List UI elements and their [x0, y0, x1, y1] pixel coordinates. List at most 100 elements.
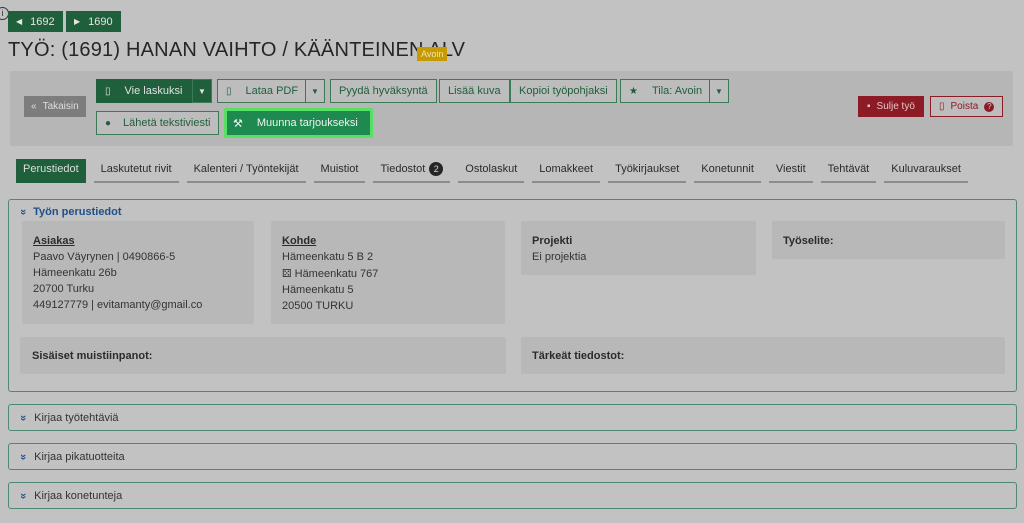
status-button-label: Tila: Avoin — [651, 85, 703, 97]
tab-viestit[interactable]: Viestit — [768, 159, 813, 183]
internal-notes-card: Sisäiset muistiinpanot: — [20, 337, 506, 374]
tab-bar: Perustiedot Laskutetut rivit Kalenteri /… — [16, 159, 976, 183]
tab-label: Tehtävät — [827, 163, 870, 175]
internal-notes-heading: Sisäiset muistiinpanot: — [32, 350, 153, 362]
tab-label: Viestit — [775, 163, 806, 175]
collapsible-section[interactable]: » Kirjaa konetunteja — [8, 482, 1017, 509]
send-sms-button[interactable]: ● Lähetä tekstiviesti — [96, 111, 220, 135]
tab-label: Kalenteri / Työntekijät — [193, 163, 299, 175]
page-title: TYÖ: (1691) HANAN VAIHTO / KÄÄNTEINEN AL… — [8, 39, 466, 61]
project-card: Projekti Ei projektia — [521, 221, 756, 275]
customer-line: Hämeenkatu 26b — [33, 267, 117, 279]
double-chevron-down-icon: » — [17, 414, 30, 421]
request-approval-label: Pyydä hyväksyntä — [339, 85, 428, 97]
next-job-label: 1690 — [88, 15, 113, 28]
target-line: 20500 TURKU — [282, 300, 354, 312]
tab-perustiedot[interactable]: Perustiedot — [16, 159, 86, 183]
caret-right-icon: ▶ — [74, 17, 81, 26]
send-sms-label: Lähetä tekstiviesti — [123, 117, 211, 129]
tab-label: Ostolaskut — [465, 163, 518, 175]
document-icon: ▯ — [105, 85, 111, 97]
collapsible-section[interactable]: » Kirjaa pikatuotteita — [8, 443, 1017, 470]
delete-button[interactable]: ▯ Poista ? — [930, 96, 1004, 117]
tab-lomakkeet[interactable]: Lomakkeet — [532, 159, 601, 183]
tab-label: Lomakkeet — [539, 163, 594, 175]
tab-kuluvaraukset[interactable]: Kuluvaraukset — [884, 159, 968, 183]
export-invoice-button[interactable]: ▯ Vie laskuksi — [96, 79, 193, 103]
customer-line: Paavo Väyrynen | 0490866-5 — [33, 251, 176, 263]
customer-line: 20700 Turku — [33, 283, 95, 295]
collapsible-section[interactable]: » Kirjaa työtehtäviä — [8, 404, 1017, 431]
project-heading: Projekti — [532, 235, 573, 247]
pdf-file-icon: ▯ — [226, 85, 232, 97]
caret-down-icon: ▼ — [311, 86, 319, 96]
tab-laskutetut-rivit[interactable]: Laskutetut rivit — [93, 159, 179, 183]
add-image-button[interactable]: Lisää kuva — [439, 79, 510, 103]
add-image-label: Lisää kuva — [448, 85, 501, 97]
target-heading[interactable]: Kohde — [282, 235, 494, 247]
basic-info-header[interactable]: » Työn perustiedot — [17, 206, 122, 218]
tab-label: Muistiot — [320, 163, 359, 175]
tab-tiedostot[interactable]: Tiedostot 2 — [373, 159, 451, 183]
important-files-heading: Tärkeät tiedostot: — [532, 350, 625, 362]
star-icon: ★ — [629, 85, 638, 97]
cubes-icon: ⚄ — [282, 268, 295, 280]
target-line-text: Hämeenkatu 767 — [294, 268, 379, 280]
tab-kalenteri[interactable]: Kalenteri / Työntekijät — [186, 159, 306, 183]
trash-icon: ▯ — [939, 101, 945, 112]
caret-down-icon: ▼ — [715, 86, 723, 96]
tab-tyokirjaukset[interactable]: Työkirjaukset — [608, 159, 687, 183]
copy-template-button[interactable]: Kopioi työpohjaksi — [510, 79, 617, 103]
calendar-icon: ▪ — [867, 101, 871, 112]
tab-label: Työkirjaukset — [615, 163, 680, 175]
customer-heading[interactable]: Asiakas — [33, 235, 243, 247]
tab-konetunnit[interactable]: Konetunnit — [694, 159, 761, 183]
status-button[interactable]: ★ Tila: Avoin — [620, 79, 710, 103]
download-pdf-button[interactable]: ▯ Lataa PDF — [217, 79, 306, 103]
tab-tehtavat[interactable]: Tehtävät — [820, 159, 877, 183]
customer-line: 449127779 | evitamanty@gmail.co — [33, 299, 203, 311]
delete-label: Poista — [950, 101, 979, 112]
description-card: Työselite: — [772, 221, 1005, 259]
tab-ostolaskut[interactable]: Ostolaskut — [458, 159, 525, 183]
caret-left-icon: ◀ — [16, 17, 23, 26]
convert-to-offer-button[interactable]: ⚒ Muunna tarjoukseksi — [224, 108, 373, 138]
double-chevron-down-icon: » — [17, 208, 30, 216]
back-label: Takaisin — [42, 101, 79, 112]
important-files-card: Tärkeät tiedostot: — [521, 337, 1005, 374]
tab-label: Konetunnit — [701, 163, 754, 175]
request-approval-button[interactable]: Pyydä hyväksyntä — [330, 79, 437, 103]
target-line: ⚄ Hämeenkatu 767 — [282, 267, 494, 280]
tab-muistiot[interactable]: Muistiot — [313, 159, 366, 183]
help-icon: ? — [984, 101, 995, 112]
download-pdf-label: Lataa PDF — [245, 85, 299, 97]
caret-down-icon: ▼ — [198, 86, 206, 96]
export-invoice-dropdown[interactable]: ▼ — [192, 79, 212, 103]
next-job-button[interactable]: ▶ 1690 — [66, 11, 121, 32]
close-job-label: Sulje työ — [876, 101, 915, 112]
back-button[interactable]: « Takaisin — [24, 96, 86, 117]
close-job-button[interactable]: ▪ Sulje työ — [858, 96, 924, 117]
copy-template-label: Kopioi työpohjaksi — [519, 85, 608, 97]
target-card: Kohde Hämeenkatu 5 B 2 ⚄ Hämeenkatu 767 … — [271, 221, 505, 324]
tab-label: Perustiedot — [23, 163, 79, 175]
collapsible-section-label: Kirjaa työtehtäviä — [34, 411, 119, 424]
tab-label: Laskutetut rivit — [100, 163, 172, 175]
basic-info-section: » Työn perustiedot Asiakas Paavo Väyryne… — [8, 199, 1017, 392]
export-invoice-label: Vie laskuksi — [124, 85, 183, 97]
tab-label: Kuluvaraukset — [891, 163, 961, 175]
basic-info-title: Työn perustiedot — [33, 206, 122, 218]
download-pdf-dropdown[interactable]: ▼ — [305, 79, 325, 103]
target-line: Hämeenkatu 5 B 2 — [282, 251, 374, 263]
hammer-icon: ⚒ — [233, 117, 243, 130]
convert-to-offer-label: Muunna tarjoukseksi — [256, 117, 358, 129]
customer-card: Asiakas Paavo Väyrynen | 0490866-5 Hämee… — [22, 221, 254, 324]
status-dropdown[interactable]: ▼ — [709, 79, 729, 103]
description-heading: Työselite: — [783, 235, 834, 247]
project-value: Ei projektia — [532, 251, 587, 263]
double-chevron-left-icon: « — [31, 101, 37, 112]
prev-job-button[interactable]: ◀ 1692 — [8, 11, 63, 32]
collapsible-section-label: Kirjaa konetunteja — [34, 489, 123, 502]
double-chevron-down-icon: » — [17, 492, 30, 499]
tab-count-badge: 2 — [429, 162, 444, 176]
